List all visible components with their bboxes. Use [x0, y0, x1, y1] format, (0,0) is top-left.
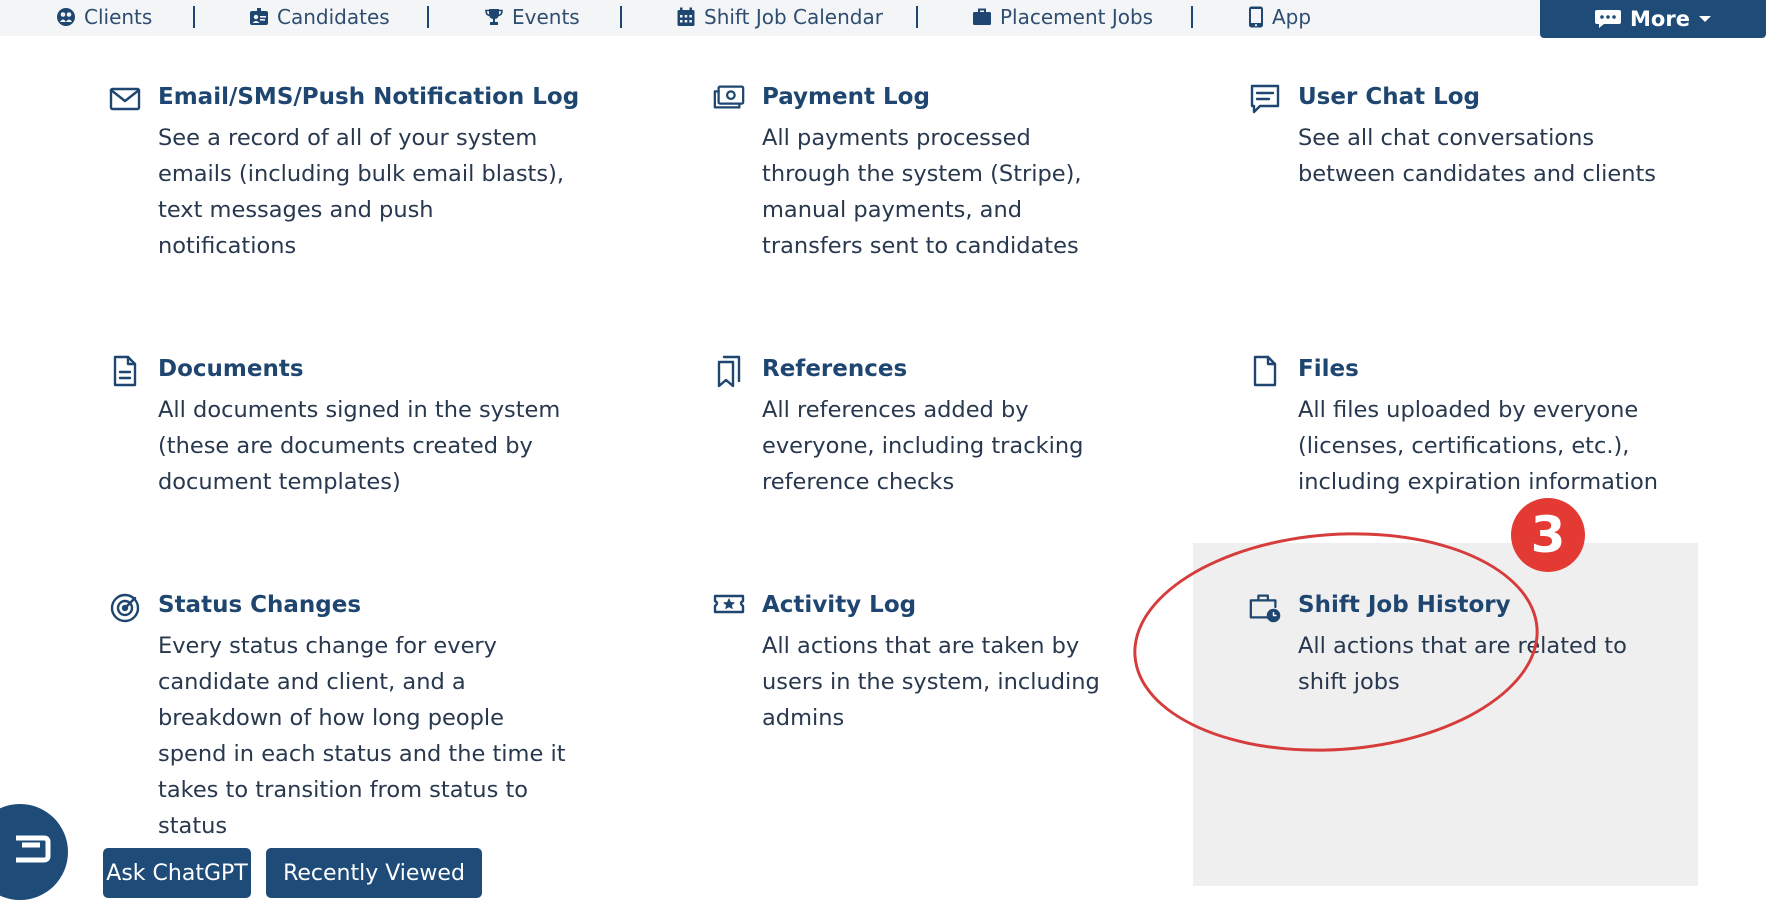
card-description: Every status change for every candidate a…	[158, 633, 566, 839]
card-references[interactable]: References All references added by everyo…	[712, 354, 1152, 504]
card-title[interactable]: Status Changes	[158, 590, 361, 620]
nav-label: App	[1272, 5, 1312, 29]
card-title[interactable]: References	[762, 354, 907, 384]
more-chat-icon	[1595, 10, 1622, 28]
card-description: All files uploaded by everyone (licenses,…	[1298, 397, 1659, 495]
phone-icon	[1249, 6, 1263, 28]
card-activity-log[interactable]: Activity Log All actions that are taken …	[712, 590, 1152, 740]
card-description: See a record of all of your system emails…	[158, 125, 565, 259]
nav-item-candidates[interactable]: Candidates	[249, 0, 390, 34]
step-number-badge: 3	[1511, 498, 1585, 572]
nav-divider	[1191, 6, 1193, 28]
recently-viewed-button[interactable]: Recently Viewed	[266, 848, 482, 898]
bookmarks-icon	[712, 354, 746, 388]
card-title[interactable]: User Chat Log	[1298, 82, 1480, 112]
card-documents[interactable]: Documents All documents signed in the sy…	[108, 354, 628, 504]
more-menu-button[interactable]: More	[1540, 0, 1766, 38]
card-description: See all chat conversations between candid…	[1298, 125, 1657, 187]
card-email-sms-push-log[interactable]: Email/SMS/Push Notification Log See a re…	[108, 82, 628, 262]
card-description: All actions that are taken by users in th…	[762, 633, 1100, 731]
chat-widget-button[interactable]	[0, 804, 68, 900]
nav-label: Clients	[84, 5, 153, 29]
nav-divider	[916, 6, 918, 28]
status-radar-icon	[108, 590, 142, 624]
nav-item-shift-job-calendar[interactable]: Shift Job Calendar	[676, 0, 883, 34]
activity-ticket-icon	[712, 590, 746, 624]
card-description: All documents signed in the system (these…	[158, 397, 561, 495]
payment-icon	[712, 82, 746, 116]
file-icon	[1248, 354, 1282, 388]
card-description: All references added by everyone, includi…	[762, 397, 1084, 495]
card-title[interactable]: Activity Log	[762, 590, 916, 620]
card-title[interactable]: Files	[1298, 354, 1359, 384]
more-label: More	[1630, 7, 1690, 31]
nav-label: Candidates	[277, 5, 390, 29]
card-status-changes[interactable]: Status Changes Every status change for e…	[108, 590, 628, 850]
briefcase-icon	[973, 8, 991, 25]
card-description: All payments processed through the system…	[762, 125, 1082, 259]
nav-divider	[620, 6, 622, 28]
clients-icon	[57, 8, 75, 26]
card-title[interactable]: Payment Log	[762, 82, 930, 112]
calendar-icon	[677, 7, 695, 26]
card-files[interactable]: Files All files uploaded by everyone (lic…	[1248, 354, 1688, 504]
card-payment-log[interactable]: Payment Log All payments processed throug…	[712, 82, 1152, 262]
card-user-chat-log[interactable]: User Chat Log See all chat conversations…	[1248, 82, 1688, 262]
chevron-down-icon	[1698, 16, 1711, 22]
nav-divider	[193, 6, 195, 28]
document-icon	[108, 354, 142, 388]
nav-label: Shift Job Calendar	[704, 5, 883, 29]
envelope-icon	[108, 82, 142, 116]
nav-label: Events	[512, 5, 580, 29]
nav-item-placement-jobs[interactable]: Placement Jobs	[972, 0, 1153, 34]
nav-item-events[interactable]: Events	[484, 0, 580, 34]
trophy-icon	[485, 9, 503, 25]
card-title[interactable]: Email/SMS/Push Notification Log	[158, 82, 579, 112]
top-navigation: Clients Candidates Events Shift Job Cale…	[0, 0, 1766, 38]
chat-log-icon	[1248, 82, 1282, 116]
ask-chatgpt-button[interactable]: Ask ChatGPT	[103, 848, 251, 898]
candidates-icon	[250, 8, 268, 25]
nav-divider	[427, 6, 429, 28]
nav-label: Placement Jobs	[1000, 5, 1154, 29]
nav-item-app[interactable]: App	[1248, 0, 1311, 34]
card-title[interactable]: Documents	[158, 354, 304, 384]
nav-item-clients[interactable]: Clients	[56, 0, 152, 34]
chat-bubble-icon	[16, 835, 51, 863]
